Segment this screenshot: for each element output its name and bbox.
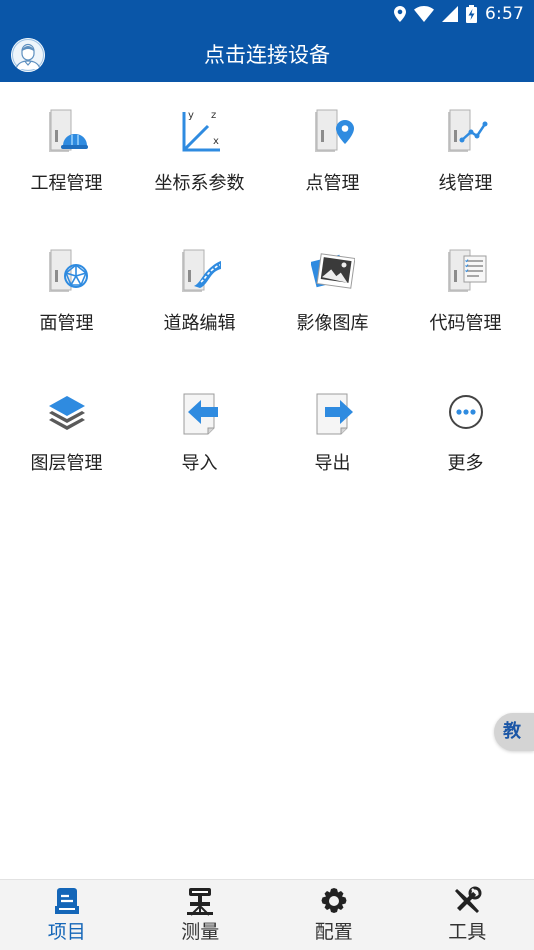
tile-surface-management[interactable]: 面管理 [0, 222, 133, 362]
tile-label: 点管理 [305, 173, 360, 194]
gear-icon [321, 888, 347, 913]
tile-more[interactable]: 更多 [399, 362, 532, 502]
svg-text:y: y [188, 110, 194, 121]
tools-icon [455, 886, 482, 913]
nav-label: 测量 [181, 921, 220, 943]
tile-image-gallery[interactable]: 影像图库 [266, 222, 399, 362]
tile-code-management[interactable]: 代码管理 [399, 222, 532, 362]
battery-charging-icon [466, 5, 478, 23]
nav-tab-config[interactable]: 配置 [267, 880, 401, 950]
road-edit-folder-icon [182, 249, 221, 292]
svg-text:z: z [211, 110, 216, 121]
tile-coordinate-parameters[interactable]: y z x 坐标系参数 [133, 82, 266, 222]
tile-label: 坐标系参数 [154, 173, 245, 194]
nav-label: 配置 [314, 921, 353, 943]
user-avatar-icon[interactable] [11, 38, 45, 72]
tile-label: 影像图库 [296, 313, 369, 334]
project-folder-helmet-icon [49, 109, 88, 152]
nav-tab-project[interactable]: 项目 [0, 880, 134, 950]
app-screen: 6:57 点击连接设备 工程管理 y z x 坐标系参数 点管理 线管理 面管理… [0, 0, 534, 950]
survey-instrument-icon [187, 888, 214, 916]
tile-export[interactable]: 导出 [266, 362, 399, 502]
tile-line-management[interactable]: 线管理 [399, 82, 532, 222]
tile-label: 导出 [314, 453, 351, 474]
nav-tab-survey[interactable]: 测量 [134, 880, 268, 950]
nav-label: 项目 [47, 921, 86, 943]
coordinate-axes-icon: y z x [182, 110, 220, 152]
signal-icon [442, 6, 459, 22]
location-icon [394, 6, 407, 22]
app-header: 点击连接设备 [0, 28, 534, 82]
tile-label: 导入 [181, 453, 218, 474]
tile-label: 代码管理 [429, 313, 502, 334]
tile-label: 工程管理 [30, 173, 103, 194]
tile-road-edit[interactable]: 道路编辑 [133, 222, 266, 362]
tile-label: 面管理 [39, 313, 94, 334]
tile-label: 更多 [447, 453, 484, 474]
tile-label: 道路编辑 [163, 313, 236, 334]
tile-import[interactable]: 导入 [133, 362, 266, 502]
svg-text:x: x [213, 136, 219, 147]
tutorial-button[interactable]: 教 [494, 713, 534, 751]
status-bar: 6:57 [0, 0, 534, 28]
tile-label: 图层管理 [30, 453, 103, 474]
tile-layer-management[interactable]: 图层管理 [0, 362, 133, 502]
layers-icon [49, 396, 85, 430]
point-folder-pin-icon [315, 109, 354, 152]
image-gallery-icon [311, 253, 355, 289]
more-dots-icon [449, 395, 483, 429]
status-icons: 6:57 [394, 3, 524, 25]
export-arrow-icon [316, 393, 353, 435]
page-title[interactable]: 点击连接设备 [204, 28, 330, 82]
surface-folder-mesh-icon [49, 249, 88, 292]
line-folder-icon [448, 109, 488, 152]
tile-label: 线管理 [438, 173, 493, 194]
nav-tab-tools[interactable]: 工具 [401, 880, 534, 950]
nav-label: 工具 [448, 921, 487, 943]
code-list-folder-icon [448, 249, 487, 292]
wifi-icon [414, 6, 435, 22]
tile-point-management[interactable]: 点管理 [266, 82, 399, 222]
bottom-nav: 项目 测量 配置 工具 [0, 879, 534, 950]
project-icon [54, 888, 79, 914]
import-arrow-icon [183, 393, 218, 435]
tile-project-management[interactable]: 工程管理 [0, 82, 133, 222]
status-time: 6:57 [485, 4, 524, 24]
